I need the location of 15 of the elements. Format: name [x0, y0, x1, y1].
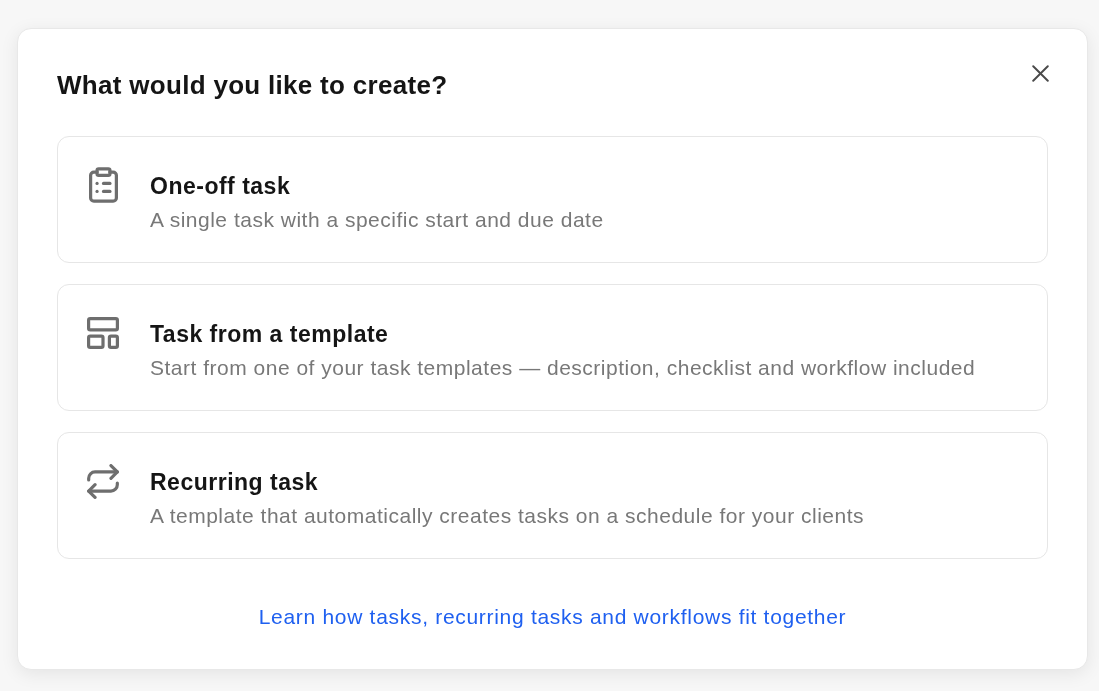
- option-title: Recurring task: [150, 468, 320, 497]
- option-description: A single task with a specific start and due date: [150, 207, 604, 233]
- dialog-title: What would you like to create?: [57, 69, 448, 102]
- close-icon: [1031, 64, 1049, 82]
- clipboard-list-icon: [88, 167, 118, 203]
- repeat-icon: [87, 463, 119, 499]
- option-description: Start from one of your task templates — description, checklist and workflow included: [150, 355, 976, 381]
- option-card[interactable]: Task from a template Start from one of your task templates — description, checklist and workflow included: [57, 284, 1048, 411]
- option-title: Task from a template: [150, 320, 390, 349]
- option-card[interactable]: Recurring task A template that automatically creates tasks on a schedule for your clients: [57, 432, 1048, 559]
- layout-template-icon: [87, 317, 119, 349]
- help-link[interactable]: Learn how tasks, recurring tasks and workflows fit together: [258, 603, 847, 631]
- option-card[interactable]: One-off task A single task with a specific start and due date: [57, 136, 1048, 263]
- option-title: One-off task: [150, 172, 292, 201]
- option-description: A template that automatically creates tasks on a schedule for your clients: [150, 503, 864, 529]
